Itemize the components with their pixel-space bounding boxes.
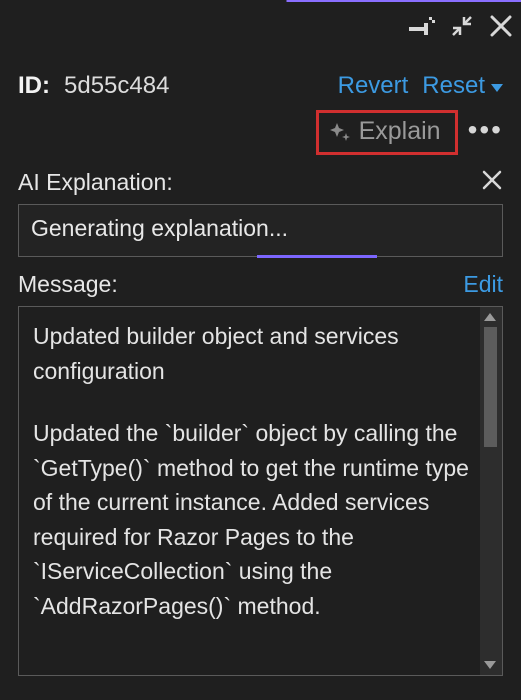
ai-explanation-box: Generating explanation... bbox=[18, 204, 503, 257]
id-value: 5d55c484 bbox=[64, 72, 169, 100]
explain-button[interactable]: Explain bbox=[316, 110, 458, 155]
scroll-thumb[interactable] bbox=[484, 327, 497, 447]
reset-link[interactable]: Reset bbox=[422, 72, 485, 100]
scrollbar[interactable] bbox=[480, 307, 502, 675]
titlebar bbox=[0, 2, 521, 50]
close-explanation-icon[interactable] bbox=[481, 169, 503, 196]
message-content[interactable]: Updated builder object and services conf… bbox=[19, 307, 480, 675]
ai-explanation-header: AI Explanation: bbox=[18, 169, 503, 196]
commit-panel: ID: 5d55c484 Revert Reset Explain ••• AI… bbox=[0, 72, 521, 690]
close-panel-icon[interactable] bbox=[487, 12, 515, 40]
chevron-down-icon[interactable] bbox=[491, 84, 503, 92]
revert-link[interactable]: Revert bbox=[338, 72, 409, 100]
autohide-icon[interactable] bbox=[407, 17, 437, 35]
id-label: ID: bbox=[18, 72, 50, 100]
progress-indicator bbox=[257, 255, 377, 258]
sparkle-icon bbox=[329, 121, 351, 143]
collapse-icon[interactable] bbox=[449, 13, 475, 39]
scroll-up-icon[interactable] bbox=[484, 313, 496, 321]
more-options-icon[interactable]: ••• bbox=[468, 114, 503, 152]
message-label: Message: bbox=[18, 271, 118, 298]
explain-label: Explain bbox=[359, 117, 441, 146]
scroll-down-icon[interactable] bbox=[484, 661, 496, 669]
message-paragraph: Updated the `builder` object by calling … bbox=[33, 416, 474, 623]
message-box: Updated builder object and services conf… bbox=[18, 306, 503, 676]
ai-explanation-status: Generating explanation... bbox=[31, 215, 288, 241]
id-row: ID: 5d55c484 Revert Reset bbox=[18, 72, 503, 100]
ai-explanation-label: AI Explanation: bbox=[18, 169, 173, 196]
explain-row: Explain ••• bbox=[18, 110, 503, 155]
message-header: Message: Edit bbox=[18, 271, 503, 298]
message-paragraph: Updated builder object and services conf… bbox=[33, 319, 474, 388]
reset-dropdown[interactable]: Reset bbox=[422, 72, 503, 100]
edit-link[interactable]: Edit bbox=[463, 271, 503, 298]
